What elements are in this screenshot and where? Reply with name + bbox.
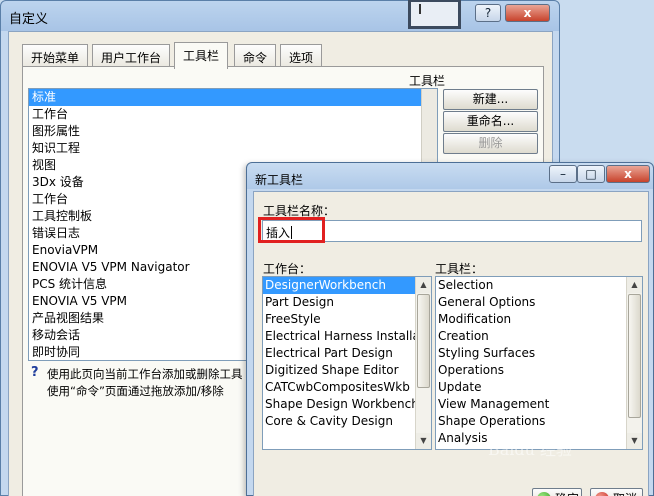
- list-item[interactable]: Selection: [436, 277, 642, 294]
- new-toolbar-client: 工具栏名称： 插入 工作台： 工具栏： DesignerWorkbench Pa…: [253, 191, 649, 496]
- scroll-down-icon[interactable]: ▼: [416, 433, 431, 449]
- minimized-window-icon[interactable]: [408, 0, 461, 29]
- toolbar-label: 工具栏：: [435, 262, 484, 276]
- toolbar-command-list[interactable]: Selection General Options Modification C…: [435, 276, 643, 450]
- tab-toolbars[interactable]: 工具栏: [174, 42, 229, 69]
- list-item[interactable]: Electrical Part Design: [263, 345, 431, 362]
- toolbars-section-label: 工具栏: [409, 74, 446, 88]
- close-button[interactable]: x: [505, 4, 550, 22]
- list-item[interactable]: FreeStyle: [263, 311, 431, 328]
- cancel-label: 取消: [613, 492, 637, 496]
- customize-titlebar[interactable]: 自定义 ? x: [1, 1, 559, 31]
- scroll-up-icon[interactable]: ▲: [416, 277, 431, 293]
- new-toolbar-close-button[interactable]: x: [606, 165, 650, 183]
- list-item[interactable]: Update: [436, 379, 642, 396]
- list-item[interactable]: Digitized Shape Editor: [263, 362, 431, 379]
- scroll-up-icon[interactable]: ▲: [627, 277, 642, 293]
- list-item[interactable]: Shape Operations: [436, 413, 642, 430]
- cancel-icon: [595, 492, 609, 496]
- new-toolbar-title: 新工具栏: [255, 173, 304, 187]
- list-item[interactable]: Core & Cavity Design: [263, 413, 431, 430]
- annotation-highlight-box: [258, 217, 325, 243]
- list-item[interactable]: DesignerWorkbench: [263, 277, 431, 294]
- list-item[interactable]: General Options: [436, 294, 642, 311]
- workbench-list-scrollbar[interactable]: ▲ ▼: [415, 277, 431, 449]
- tab-options[interactable]: 选项: [280, 44, 323, 68]
- new-toolbar-dialog: 新工具栏 – □ x 工具栏名称： 插入 工作台： 工具栏： DesignerW…: [246, 162, 654, 496]
- minimize-button[interactable]: –: [549, 165, 577, 183]
- tab-user-workbench[interactable]: 用户工作台: [92, 44, 171, 68]
- list-item[interactable]: 工作台: [29, 106, 437, 123]
- list-item[interactable]: Shape Design Workbench: [263, 396, 431, 413]
- scroll-thumb[interactable]: [417, 294, 430, 388]
- watermark: Baidu 经验: [488, 440, 573, 459]
- list-item[interactable]: Modification: [436, 311, 642, 328]
- scroll-thumb[interactable]: [628, 294, 641, 418]
- new-toolbar-button[interactable]: 新建...: [443, 89, 538, 110]
- help-button[interactable]: ?: [475, 4, 501, 22]
- list-item[interactable]: Creation: [436, 328, 642, 345]
- workbench-list[interactable]: DesignerWorkbench Part Design FreeStyle …: [262, 276, 432, 450]
- workbench-label: 工作台：: [263, 262, 312, 276]
- ok-icon: [537, 492, 551, 496]
- list-item[interactable]: Styling Surfaces: [436, 345, 642, 362]
- list-item[interactable]: View Management: [436, 396, 642, 413]
- delete-toolbar-button[interactable]: 删除: [443, 133, 538, 154]
- ok-label: 确定: [555, 492, 579, 496]
- list-item[interactable]: Part Design: [263, 294, 431, 311]
- list-item[interactable]: 标准: [29, 89, 437, 106]
- cancel-button[interactable]: 取消: [590, 488, 643, 496]
- toolbar-command-list-scrollbar[interactable]: ▲ ▼: [626, 277, 642, 449]
- help-text-line-2: 使用“命令”页面通过拖放添加/移除: [47, 384, 224, 398]
- list-item[interactable]: CATCwbCompositesWkb: [263, 379, 431, 396]
- ok-button[interactable]: 确定: [532, 488, 582, 496]
- list-item[interactable]: 知识工程: [29, 140, 437, 157]
- tab-start-menu[interactable]: 开始菜单: [22, 44, 89, 68]
- tab-commands[interactable]: 命令: [234, 44, 277, 68]
- customize-title: 自定义: [9, 12, 49, 27]
- rename-toolbar-button[interactable]: 重命名...: [443, 111, 538, 132]
- maximize-button[interactable]: □: [577, 165, 605, 183]
- question-icon: ?: [31, 365, 39, 380]
- list-item[interactable]: Electrical Harness Installat: [263, 328, 431, 345]
- help-text-line-1: 使用此页向当前工作台添加或删除工具: [47, 367, 243, 381]
- scroll-down-icon[interactable]: ▼: [627, 433, 642, 449]
- list-item[interactable]: 图形属性: [29, 123, 437, 140]
- list-item[interactable]: Operations: [436, 362, 642, 379]
